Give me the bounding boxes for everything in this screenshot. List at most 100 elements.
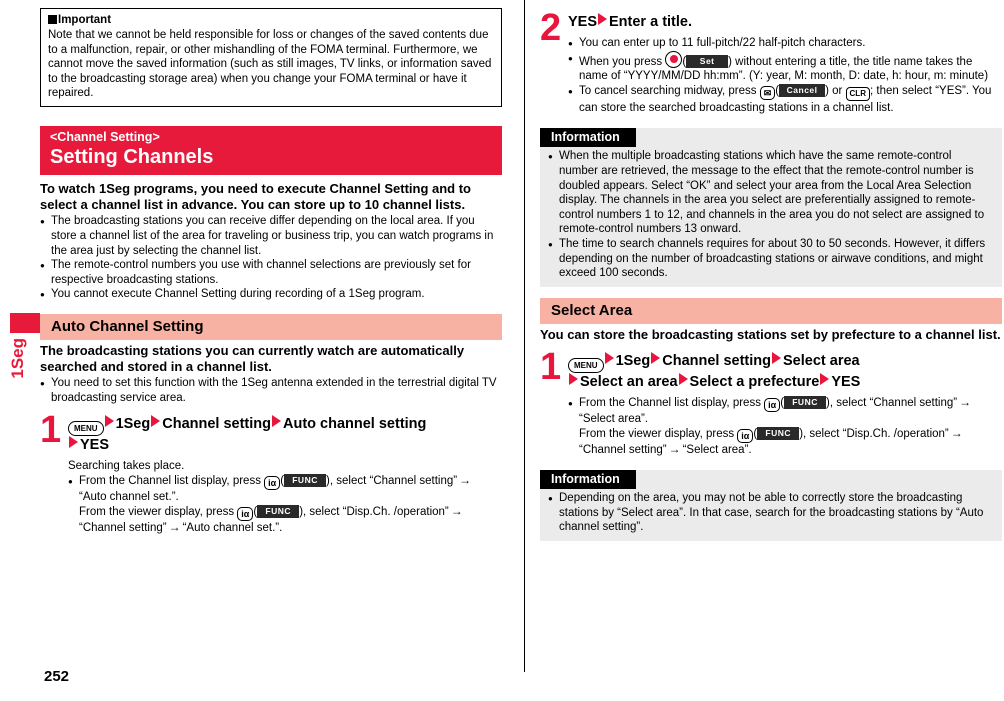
section-banner: <Channel Setting> Setting Channels xyxy=(40,125,502,175)
mail-key-icon: ✉ xyxy=(759,85,776,100)
list-item: Depending on the area, you may not be ab… xyxy=(548,491,992,535)
step-token: Select a prefecture xyxy=(689,373,820,390)
step-detail: You can enter up to 11 full-pitch/22 hal… xyxy=(568,36,1002,115)
page-number: 252 xyxy=(44,668,70,685)
information-box-1: Information When the multiple broadcasti… xyxy=(540,128,1002,287)
step-token: 1Seg xyxy=(615,352,651,369)
step-number: 2 xyxy=(540,7,562,49)
list-item: The broadcasting stations you can receiv… xyxy=(40,214,502,258)
set-softkey-icon: Set xyxy=(686,54,729,68)
left-column: Important Note that we cannot be held re… xyxy=(40,8,502,535)
step-number: 1 xyxy=(540,345,562,388)
center-key-icon xyxy=(665,50,683,68)
step-detail-bullets: You can enter up to 11 full-pitch/22 hal… xyxy=(568,36,1002,115)
arrow-icon xyxy=(69,435,78,448)
right-arrow-icon: → xyxy=(168,519,181,534)
i-alpha-key-icon: iα xyxy=(264,476,281,491)
list-item: From the Channel list display, press iα(… xyxy=(68,474,502,535)
right-arrow-icon: → xyxy=(459,473,472,488)
step-detail-bullets: From the Channel list display, press iα(… xyxy=(568,394,1002,457)
step-detail-text: To cancel searching midway, press xyxy=(579,84,757,97)
arrow-icon xyxy=(772,351,781,364)
i-alpha-key-icon: iα xyxy=(737,428,754,443)
arrow-icon xyxy=(651,351,661,364)
side-tab-marker xyxy=(10,313,40,333)
list-item: When you press (Set) without entering a … xyxy=(568,50,1002,84)
step-detail-text: From the Channel list display, press xyxy=(79,475,261,488)
right-arrow-icon: → xyxy=(959,394,972,409)
step-token: Enter a title. xyxy=(609,14,693,30)
important-note-body: Note that we cannot be held responsible … xyxy=(48,29,492,100)
step-detail-text: ) or xyxy=(825,84,843,97)
step-token: YES xyxy=(568,14,598,30)
list-item: To cancel searching midway, press ✉(Canc… xyxy=(568,83,1002,116)
subsection-lead-text: The broadcasting stations you can curren… xyxy=(40,342,465,375)
step-detail-text: From the viewer display, press xyxy=(79,505,235,518)
i-alpha-key-icon: iα xyxy=(237,506,254,521)
step-instruction: MENU 1Seg Channel setting Auto channel sett… xyxy=(68,414,502,455)
arrow-icon xyxy=(604,351,614,364)
arrow-icon xyxy=(272,414,281,427)
step-token: Channel setting xyxy=(662,352,771,369)
step-token: Channel setting xyxy=(162,415,271,432)
information-box-title: Information xyxy=(540,128,636,148)
menu-key-icon: MENU xyxy=(568,357,604,373)
step-detail-text: When you press xyxy=(579,55,663,68)
section-banner-subtitle: <Channel Setting> xyxy=(50,129,160,144)
step-detail-text: ), select “Channel setting” xyxy=(826,396,958,409)
step-detail-text: “Select area”. xyxy=(682,443,752,456)
list-item: You cannot execute Channel Setting durin… xyxy=(40,287,502,302)
important-note-title: Important xyxy=(48,13,494,27)
arrow-icon xyxy=(678,372,688,385)
important-note-box: Important Note that we cannot be held re… xyxy=(40,8,502,107)
step-token: Auto channel setting xyxy=(283,415,427,432)
step-2-block: 2 YES Enter a title. You can enter up to … xyxy=(540,9,1002,115)
arrow-icon xyxy=(569,372,578,385)
subsection-bullet-list: You need to set this function with the 1… xyxy=(40,376,502,405)
step-detail-text: “Auto channel set.”. xyxy=(182,521,283,534)
black-square-icon xyxy=(48,15,57,24)
section-lead-text: To watch 1Seg programs, you need to exec… xyxy=(40,180,471,213)
step-1-block: 1 MENU 1Seg Channel setting Auto channel se… xyxy=(40,411,502,536)
func-softkey-icon: FUNC xyxy=(784,395,827,409)
information-bullet-list: Depending on the area, you may not be ab… xyxy=(540,491,1002,535)
arrow-icon xyxy=(104,414,114,427)
step-1-block: 1 MENU 1Seg Channel setting Select area Sele… xyxy=(540,348,1002,457)
arrow-icon xyxy=(820,372,830,385)
subsection-lead-text: You can store the broadcasting stations … xyxy=(540,326,1001,342)
right-arrow-icon: → xyxy=(450,503,463,518)
step-instruction: MENU 1Seg Channel setting Select area Select… xyxy=(568,351,1002,392)
list-item: The time to search channels requires for… xyxy=(548,237,992,281)
func-softkey-icon: FUNC xyxy=(257,504,300,518)
manual-page: 1Seg 252 Important Note that we cannot b… xyxy=(0,0,1004,701)
subsection-heading-select-area: Select Area xyxy=(540,297,1002,324)
step-detail-text: “Select area”. xyxy=(579,412,649,425)
step-number: 1 xyxy=(40,408,62,451)
step-detail-text: “Channel setting” xyxy=(79,521,167,534)
information-box-2: Information Depending on the area, you m… xyxy=(540,470,1002,541)
step-detail: Searching takes place. From the Channel … xyxy=(68,459,502,536)
step-detail-text: From the Channel list display, press xyxy=(579,396,761,409)
clr-key-icon: CLR xyxy=(845,86,870,101)
list-item: When the multiple broadcasting stations … xyxy=(548,149,992,237)
column-divider xyxy=(524,0,525,672)
step-detail-text: “Auto channel set.”. xyxy=(79,491,179,504)
step-detail-bullets: From the Channel list display, press iα(… xyxy=(68,474,502,535)
list-item: From the Channel list display, press iα(… xyxy=(568,394,1002,457)
step-token: YES xyxy=(831,373,861,390)
right-arrow-icon: → xyxy=(950,425,963,440)
right-arrow-icon: → xyxy=(668,441,681,456)
list-item: You need to set this function with the 1… xyxy=(40,376,502,405)
step-detail-text: ), select “Channel setting” xyxy=(326,475,458,488)
step-detail-text: From the viewer display, press xyxy=(579,427,735,440)
information-bullet-list: When the multiple broadcasting stations … xyxy=(540,149,1002,280)
arrow-icon xyxy=(598,13,608,25)
subsection-heading-auto-channel-setting: Auto Channel Setting xyxy=(40,313,502,340)
menu-key-icon: MENU xyxy=(68,420,104,436)
list-item: The remote-control numbers you use with … xyxy=(40,258,502,287)
step-instruction: YES Enter a title. xyxy=(568,13,1002,32)
step-token: Select an area xyxy=(580,373,678,390)
arrow-icon xyxy=(151,414,161,427)
step-token: Select area xyxy=(783,352,860,369)
step-detail: From the Channel list display, press iα(… xyxy=(568,394,1002,457)
